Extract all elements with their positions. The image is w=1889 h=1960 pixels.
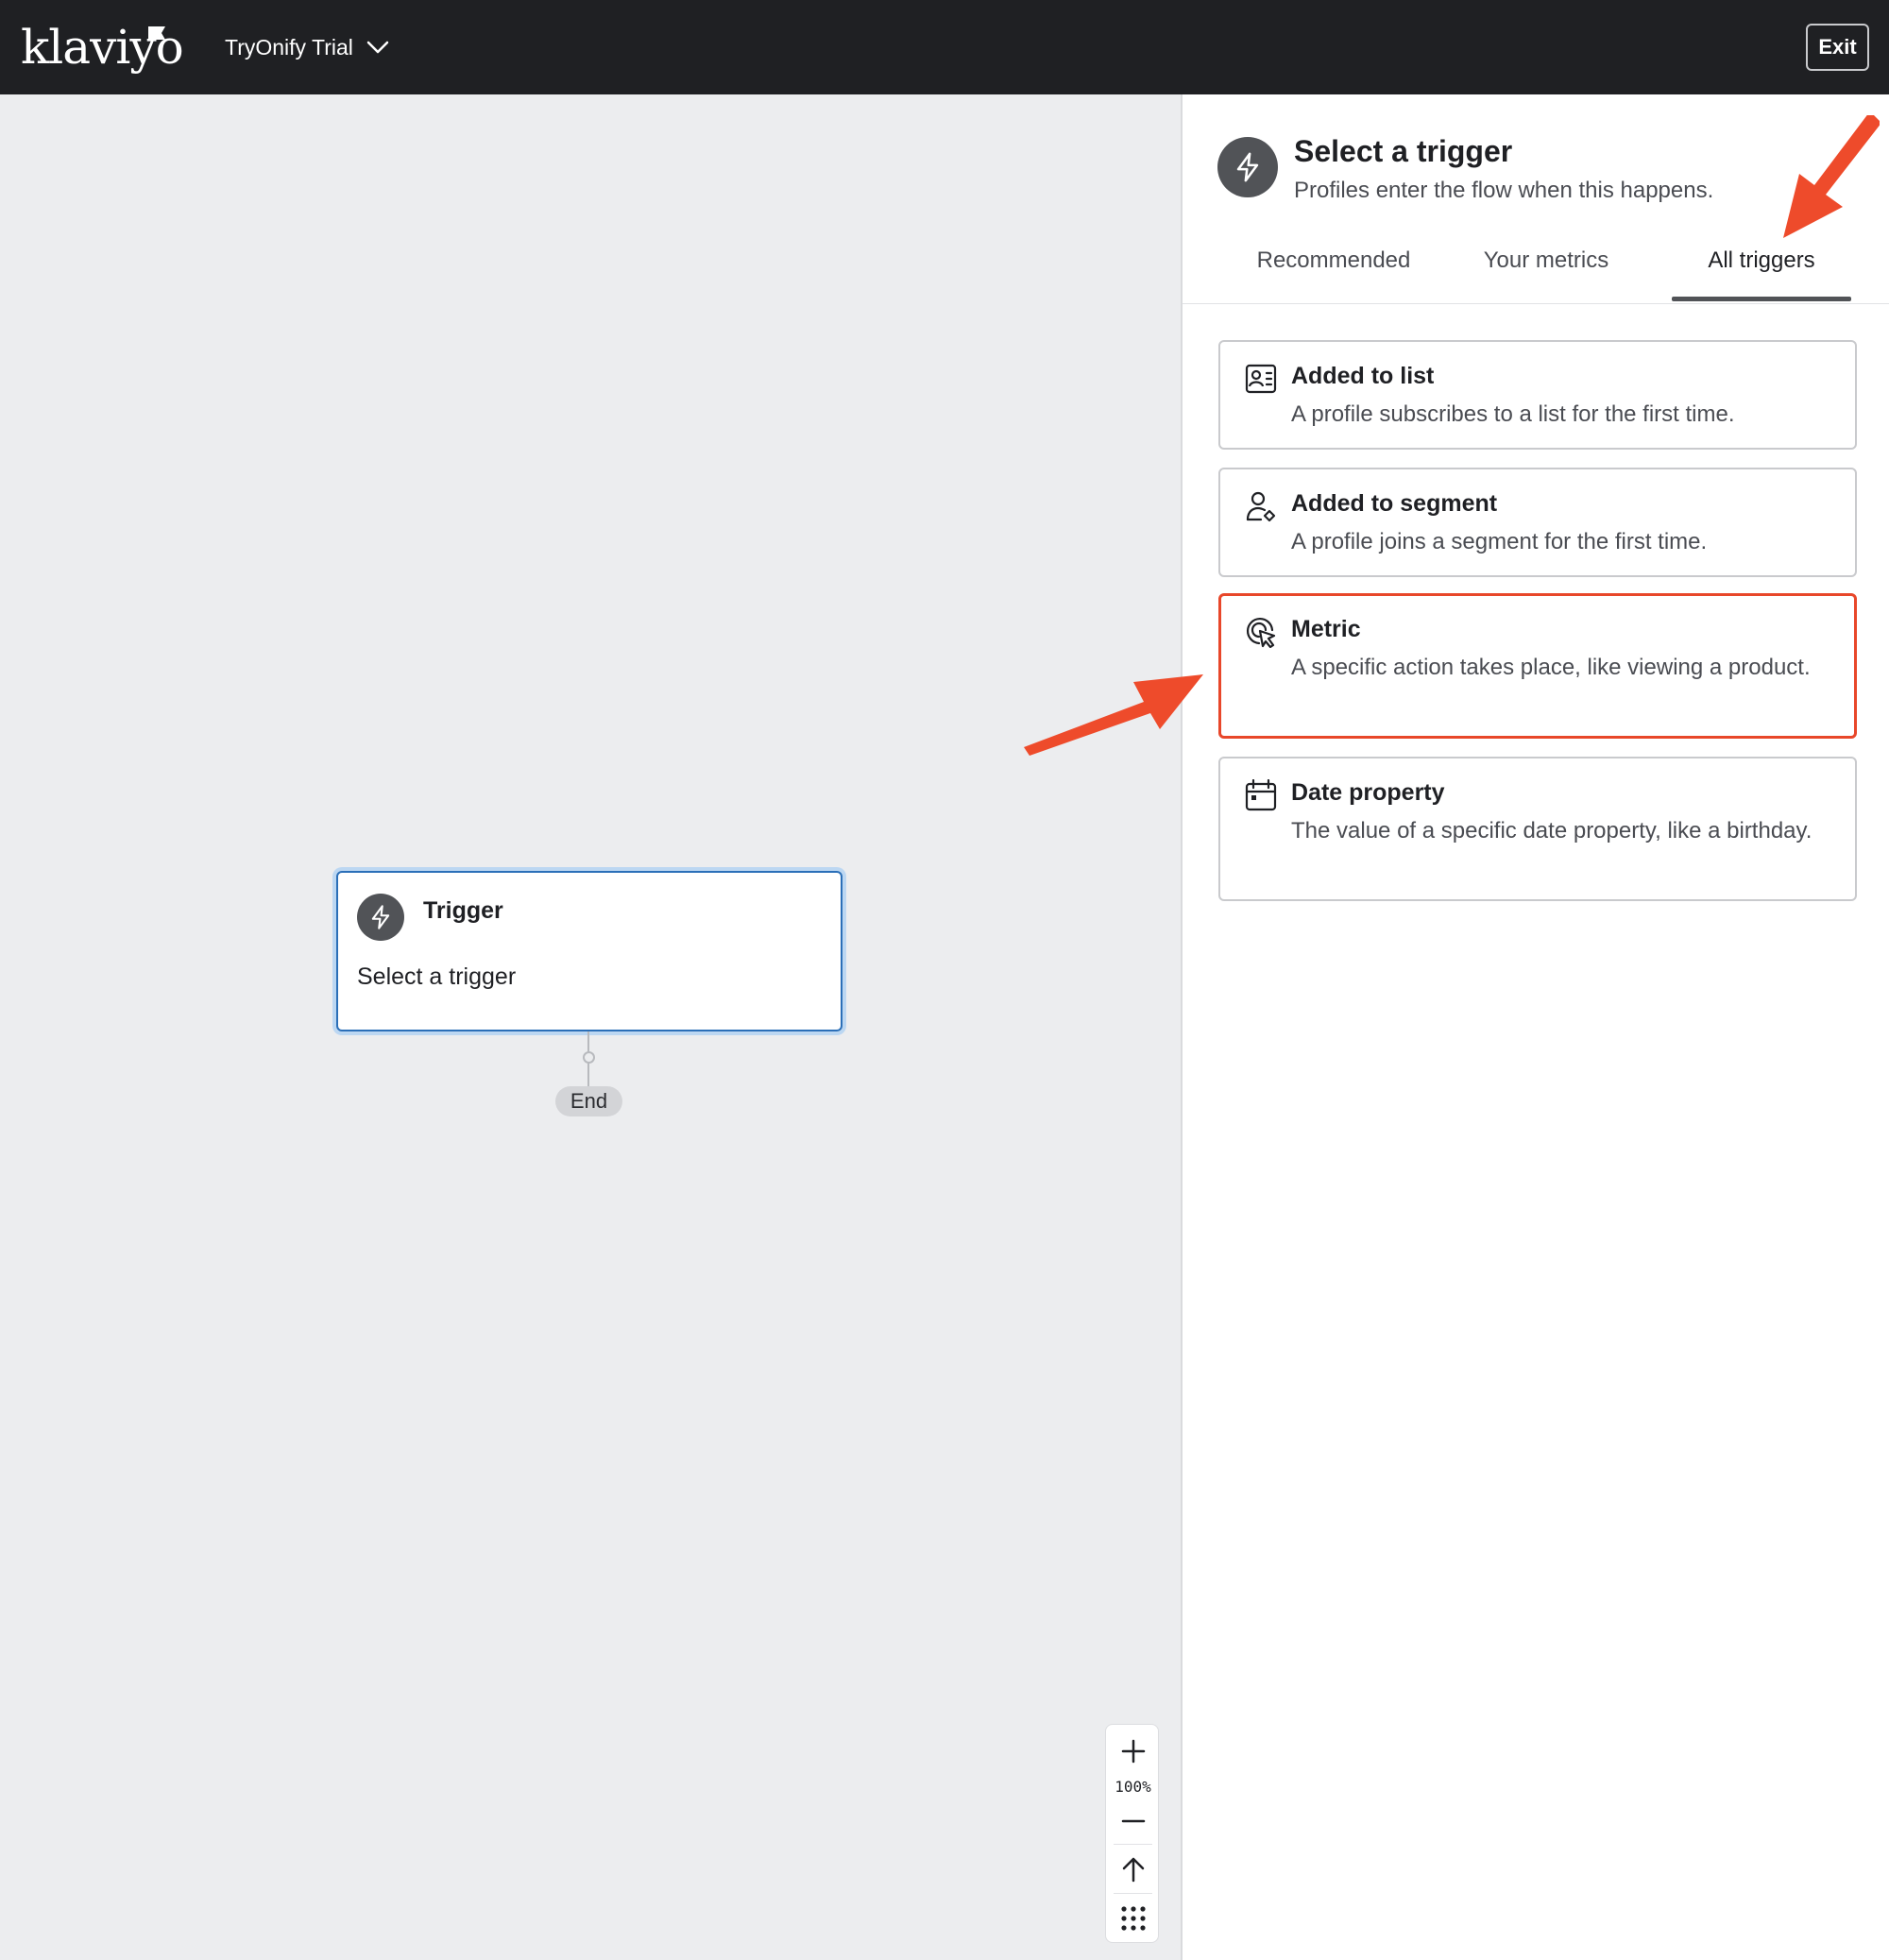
panel-title: Select a trigger [1294, 134, 1513, 168]
recenter-button[interactable] [1106, 1848, 1160, 1891]
trigger-option-date-property[interactable]: Date property The value of a specific da… [1218, 757, 1857, 901]
minimap-button[interactable] [1106, 1897, 1160, 1940]
trigger-node-title: Trigger [423, 897, 503, 924]
trigger-option-description: The value of a specific date property, l… [1291, 818, 1812, 844]
tab-recommended[interactable]: Recommended [1234, 247, 1433, 304]
calendar-icon [1245, 779, 1277, 811]
grid-dots-icon [1120, 1906, 1146, 1931]
annotation-arrow-icon [1783, 115, 1880, 238]
logo-flag-icon [148, 26, 165, 40]
end-node: End [555, 1086, 622, 1116]
trigger-selection-panel: Select a trigger Profiles enter the flow… [1181, 94, 1889, 1960]
flow-connector-dot[interactable] [583, 1051, 595, 1064]
tab-your-metrics[interactable]: Your metrics [1456, 247, 1636, 304]
minus-icon [1121, 1819, 1145, 1823]
trigger-node-subtitle: Select a trigger [357, 963, 517, 990]
trigger-option-title: Date property [1291, 779, 1445, 806]
zoom-divider [1114, 1893, 1152, 1894]
user-segment-icon [1246, 491, 1276, 522]
trigger-option-title: Added to list [1291, 363, 1435, 389]
trigger-option-metric[interactable]: Metric A specific action takes place, li… [1218, 593, 1857, 739]
account-name: TryOnify Trial [225, 34, 353, 60]
trigger-node[interactable]: Trigger Select a trigger [336, 871, 842, 1031]
trigger-option-title: Added to segment [1291, 490, 1498, 517]
trigger-option-title: Metric [1291, 616, 1361, 642]
active-tab-indicator [1672, 297, 1851, 301]
top-bar: klaviyo TryOnify Trial Exit [0, 0, 1889, 94]
zoom-controls: 100% [1105, 1724, 1159, 1943]
account-switcher[interactable]: TryOnify Trial [225, 30, 389, 64]
lightning-icon [357, 894, 404, 941]
zoom-out-button[interactable] [1106, 1802, 1160, 1840]
trigger-tabs: Recommended Your metrics All triggers [1183, 247, 1889, 304]
trigger-option-added-to-segment[interactable]: Added to segment A profile joins a segme… [1218, 468, 1857, 577]
trigger-option-description: A profile joins a segment for the first … [1291, 529, 1708, 554]
zoom-in-button[interactable] [1106, 1730, 1160, 1772]
arrow-up-icon [1122, 1857, 1144, 1883]
cursor-click-icon [1247, 618, 1276, 648]
panel-subtitle: Profiles enter the flow when this happen… [1294, 178, 1714, 203]
trigger-option-description: A specific action takes place, like view… [1291, 655, 1811, 680]
trigger-option-added-to-list[interactable]: Added to list A profile subscribes to a … [1218, 340, 1857, 450]
zoom-level: 100% [1115, 1778, 1151, 1796]
lightning-icon [1217, 137, 1278, 197]
chevron-down-icon [366, 41, 389, 54]
list-contact-icon [1245, 364, 1277, 394]
zoom-divider [1114, 1844, 1152, 1845]
annotation-arrow-icon [1024, 674, 1203, 756]
plus-icon [1121, 1739, 1145, 1764]
trigger-option-description: A profile subscribes to a list for the f… [1291, 401, 1735, 427]
exit-button[interactable]: Exit [1806, 24, 1869, 71]
tab-all-triggers[interactable]: All triggers [1672, 247, 1851, 304]
